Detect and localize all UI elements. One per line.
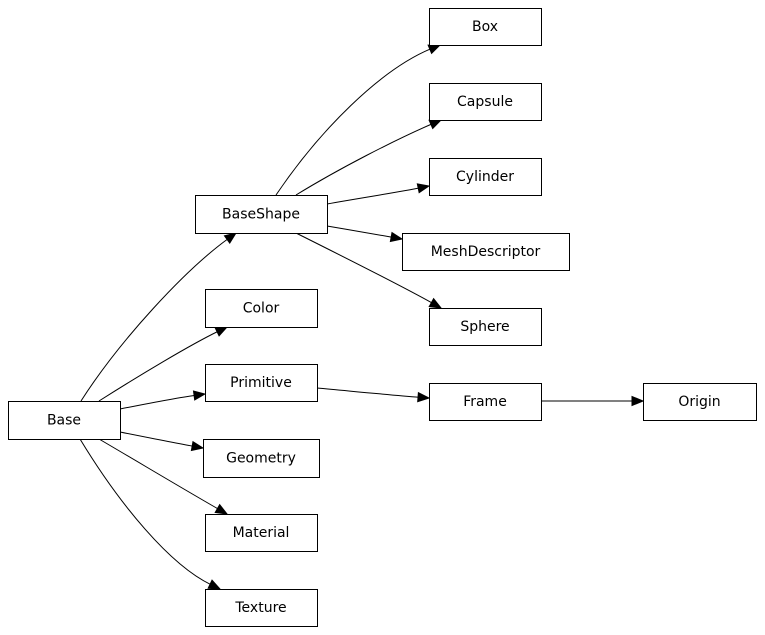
- arrowhead-icon: [428, 119, 443, 130]
- node-label: Geometry: [226, 451, 296, 467]
- arrowhead-icon: [223, 232, 238, 244]
- edge-line: [79, 438, 212, 586]
- edge-base-to-texture: [79, 438, 222, 590]
- edge-baseshape-to-box: [275, 44, 442, 196]
- node-capsule[interactable]: Capsule: [429, 83, 542, 121]
- arrowhead-icon: [428, 297, 443, 309]
- node-label: Primitive: [230, 375, 292, 391]
- node-primitive[interactable]: Primitive: [205, 364, 318, 402]
- node-cylinder[interactable]: Cylinder: [429, 158, 542, 196]
- node-box[interactable]: Box: [429, 8, 542, 46]
- node-label: Frame: [463, 394, 507, 410]
- node-frame[interactable]: Frame: [429, 383, 542, 421]
- arrowhead-icon: [192, 390, 207, 401]
- edge-line: [98, 438, 219, 510]
- node-texture[interactable]: Texture: [205, 589, 318, 627]
- edge-baseshape-to-cylinder: [326, 183, 431, 205]
- node-geometry[interactable]: Geometry: [203, 439, 320, 478]
- edges-layer: [79, 44, 645, 590]
- node-color[interactable]: Color: [205, 289, 318, 328]
- node-label: Sphere: [460, 319, 509, 335]
- edge-line: [316, 387, 420, 398]
- arrowhead-icon: [416, 183, 431, 194]
- edge-line: [326, 187, 420, 205]
- edge-line: [98, 330, 219, 402]
- nodes-layer: Base BaseShape Color Primitive Geometry Mater…: [8, 8, 757, 627]
- node-sphere[interactable]: Sphere: [429, 308, 542, 346]
- edge-line: [295, 123, 433, 196]
- node-label: Cylinder: [456, 169, 514, 185]
- node-origin[interactable]: Origin: [643, 383, 757, 421]
- node-label: MeshDescriptor: [431, 244, 541, 260]
- arrowhead-icon: [417, 391, 431, 403]
- node-label: Texture: [234, 600, 286, 616]
- arrowhead-icon: [214, 326, 229, 337]
- arrowhead-icon: [389, 231, 404, 243]
- arrowhead-icon: [214, 503, 229, 515]
- edge-line: [119, 394, 196, 410]
- edge-line: [275, 48, 431, 196]
- edge-line: [326, 225, 393, 238]
- node-label: Material: [233, 525, 290, 541]
- node-label: BaseShape: [222, 207, 300, 223]
- node-label: Origin: [678, 394, 720, 410]
- node-baseshape[interactable]: BaseShape: [195, 195, 328, 234]
- node-label: Box: [472, 19, 498, 35]
- node-base[interactable]: Base: [8, 401, 121, 440]
- node-label: Color: [243, 301, 280, 317]
- node-label: Base: [47, 413, 81, 429]
- arrowhead-icon: [190, 440, 205, 452]
- edge-line: [119, 431, 194, 447]
- edge-base-to-primitive: [119, 390, 207, 410]
- edge-primitive-to-frame: [316, 387, 431, 403]
- edge-base-to-geometry: [119, 431, 205, 452]
- arrowhead-icon: [207, 579, 222, 590]
- edge-frame-to-origin: [541, 395, 645, 407]
- node-label: Capsule: [457, 94, 513, 110]
- edge-baseshape-to-meshdescriptor: [326, 225, 404, 243]
- node-meshdescriptor[interactable]: MeshDescriptor: [402, 233, 570, 271]
- arrowhead-icon: [631, 395, 645, 407]
- arrowhead-icon: [427, 44, 442, 55]
- inheritance-diagram: Base BaseShape Color Primitive Geometry Mater…: [8, 8, 757, 627]
- node-material[interactable]: Material: [205, 514, 318, 552]
